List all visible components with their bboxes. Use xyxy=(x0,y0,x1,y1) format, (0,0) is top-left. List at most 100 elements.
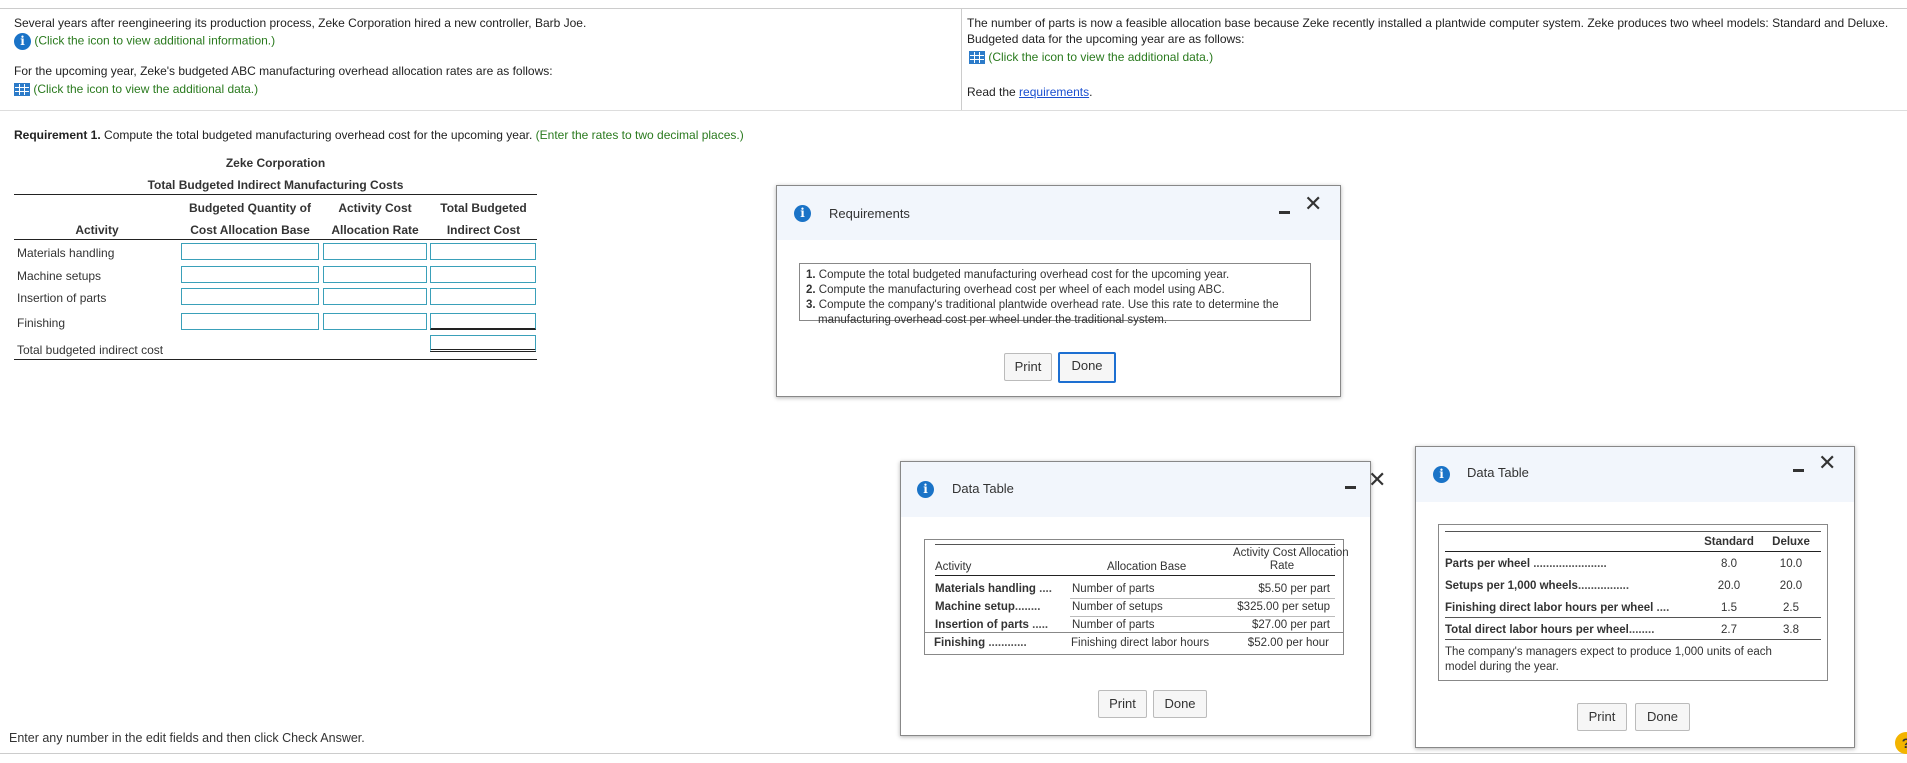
minimize-icon[interactable] xyxy=(1279,211,1290,214)
dialog-title: Data Table xyxy=(952,481,1014,496)
qty-input-materials-handling[interactable] xyxy=(181,243,319,260)
header-total-2: Indirect Cost xyxy=(446,223,521,237)
wheel-row-standard: 2.7 xyxy=(1721,624,1737,636)
close-icon[interactable]: ✕ xyxy=(1304,194,1322,216)
minimize-icon[interactable] xyxy=(1793,469,1804,472)
done-button[interactable]: Done xyxy=(1153,690,1207,718)
read-requirements: Read the requirements. xyxy=(967,85,1093,99)
col-rate-1: Activity Cost Allocation xyxy=(1233,547,1349,559)
requirement-item-continued: manufacturing overhead cost per wheel un… xyxy=(818,314,1168,326)
intro-left-line2: For the upcoming year, Zeke's budgeted A… xyxy=(14,64,553,78)
row-label: Machine setups xyxy=(17,269,102,283)
wheel-row-label: Setups per 1,000 wheels................ xyxy=(1445,580,1630,592)
row-label: Insertion of parts xyxy=(17,291,107,305)
table-top-rule xyxy=(14,194,537,195)
column-divider xyxy=(961,8,962,111)
help-icon[interactable]: ? xyxy=(1895,732,1907,754)
dialog-title: Data Table xyxy=(1467,465,1529,480)
total-input-materials-handling[interactable] xyxy=(430,243,536,260)
header-total-1: Total Budgeted xyxy=(440,201,527,215)
rate-row-base: Number of parts xyxy=(1072,619,1155,631)
requirements-link[interactable]: requirements xyxy=(1019,85,1089,99)
header-qty-1: Budgeted Quantity of xyxy=(189,201,311,215)
total-label: Total budgeted indirect cost xyxy=(17,343,164,357)
data-table-dialog-wheels: i Data Table ✕ Standard Deluxe Parts per… xyxy=(1415,446,1855,748)
wheel-row-deluxe: 10.0 xyxy=(1779,558,1803,570)
header-rate-2: Allocation Rate xyxy=(331,223,419,237)
intro-right-line1: The number of parts is now a feasible al… xyxy=(967,16,1889,30)
footer-instruction: Enter any number in the edit fields and … xyxy=(9,731,365,745)
qty-input-insertion-of-parts[interactable] xyxy=(181,288,319,305)
production-note-1: The company's managers expect to produce… xyxy=(1445,646,1772,658)
done-button[interactable]: Done xyxy=(1635,703,1690,731)
footer-rule xyxy=(0,753,1907,754)
wheel-row-standard: 20.0 xyxy=(1717,580,1741,592)
rate-row-rate: $325.00 per setup xyxy=(1237,601,1330,613)
col-allocation-base: Allocation Base xyxy=(1107,561,1187,573)
info-icon: i xyxy=(794,205,811,222)
rate-input-materials-handling[interactable] xyxy=(323,243,427,260)
wheel-data-table: Standard Deluxe Parts per wheel ........… xyxy=(1438,524,1828,681)
intro-right-line2: Budgeted data for the upcoming year are … xyxy=(967,32,1245,46)
row-label: Finishing xyxy=(17,316,66,330)
qty-input-machine-setups[interactable] xyxy=(181,266,319,283)
intro-left-line1: Several years after reengineering its pr… xyxy=(14,16,587,30)
table-company: Zeke Corporation xyxy=(225,156,326,170)
rate-row-activity: Insertion of parts ..... xyxy=(935,619,1049,631)
additional-info-link[interactable]: i (Click the icon to view additional inf… xyxy=(14,33,275,50)
print-button[interactable]: Print xyxy=(1098,690,1147,718)
budget-data-link[interactable]: (Click the icon to view the additional d… xyxy=(969,50,1213,65)
total-input-insertion-of-parts[interactable] xyxy=(430,288,536,305)
rate-input-finishing[interactable] xyxy=(323,313,427,330)
requirements-list: 1. Compute the total budgeted manufactur… xyxy=(799,263,1311,326)
wheel-row-standard: 8.0 xyxy=(1721,558,1737,570)
header-qty-2: Cost Allocation Base xyxy=(190,223,310,237)
header-activity: Activity xyxy=(75,223,119,237)
requirement-item: 1. Compute the total budgeted manufactur… xyxy=(806,269,1230,281)
header-rate-1: Activity Cost xyxy=(338,201,412,215)
abc-rates-data-link[interactable]: (Click the icon to view the additional d… xyxy=(14,82,258,97)
rate-row-activity: Materials handling .... xyxy=(935,583,1052,595)
wheel-row-deluxe: 2.5 xyxy=(1783,602,1799,614)
close-icon[interactable]: ✕ xyxy=(1368,470,1386,492)
info-icon: i xyxy=(1433,466,1450,483)
col-standard: Standard xyxy=(1704,536,1754,548)
col-rate-2: Rate xyxy=(1269,560,1295,572)
close-icon[interactable]: ✕ xyxy=(1818,453,1836,475)
col-activity: Activity xyxy=(935,561,972,573)
qty-input-finishing[interactable] xyxy=(181,313,319,330)
rate-row-rate: $27.00 per part xyxy=(1251,619,1330,631)
intro-divider xyxy=(0,110,1907,111)
info-icon[interactable]: i xyxy=(14,33,31,50)
table-bottom-rule xyxy=(14,359,537,360)
total-budgeted-indirect-cost-input[interactable] xyxy=(430,335,536,352)
requirement-item: 3. Compute the company's traditional pla… xyxy=(806,299,1279,311)
col-deluxe: Deluxe xyxy=(1772,536,1810,548)
table-icon[interactable] xyxy=(14,83,30,97)
header-rule xyxy=(14,239,537,240)
wheel-row-standard: 1.5 xyxy=(1721,602,1737,614)
dialog-title: Requirements xyxy=(829,206,910,221)
total-input-machine-setups[interactable] xyxy=(430,266,536,283)
rate-input-machine-setups[interactable] xyxy=(323,266,427,283)
requirement-1-prompt: Requirement 1. Compute the total budgete… xyxy=(14,128,744,142)
rate-input-insertion-of-parts[interactable] xyxy=(323,288,427,305)
table-icon[interactable] xyxy=(969,51,985,65)
print-button[interactable]: Print xyxy=(1004,353,1052,381)
wheel-row-label: Finishing direct labor hours per wheel .… xyxy=(1445,602,1670,614)
requirements-dialog: i Requirements ✕ 1. Compute the total bu… xyxy=(776,185,1341,397)
rate-row-activity: Machine setup........ xyxy=(935,601,1041,613)
wheel-row-label: Total direct labor hours per wheel......… xyxy=(1445,624,1655,636)
production-note-2: model during the year. xyxy=(1445,661,1559,673)
wheel-row-label: Parts per wheel ....................... xyxy=(1445,558,1607,570)
table-subtitle: Total Budgeted Indirect Manufacturing Co… xyxy=(147,178,404,192)
top-border xyxy=(0,8,1907,9)
wheel-row-deluxe: 20.0 xyxy=(1779,580,1803,592)
done-button[interactable]: Done xyxy=(1058,352,1116,383)
rates-table: Activity Allocation Base Activity Cost A… xyxy=(924,539,1349,633)
minimize-icon[interactable] xyxy=(1345,486,1356,489)
info-icon: i xyxy=(917,481,934,498)
total-input-finishing[interactable] xyxy=(430,313,536,330)
print-button[interactable]: Print xyxy=(1577,703,1627,731)
row-label: Materials handling xyxy=(17,246,115,260)
